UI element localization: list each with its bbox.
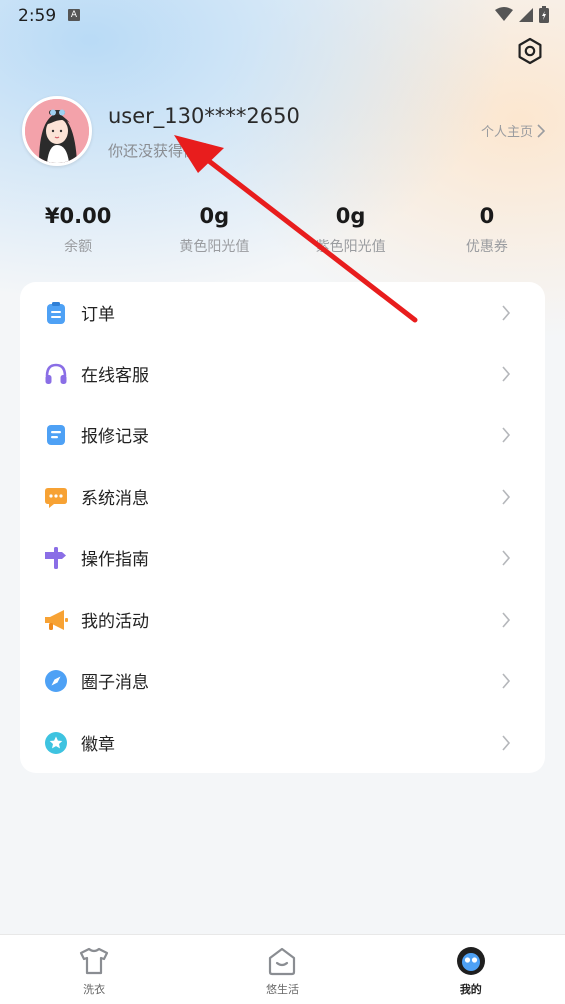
nav-label: 悠生活 — [265, 983, 299, 996]
menu-label: 我的活动 — [81, 612, 149, 632]
stat-value: 0g — [335, 204, 366, 228]
menu-label: 报修记录 — [81, 427, 149, 447]
menu-item-repair-records[interactable]: 报修记录 — [20, 404, 545, 465]
stat-label: 余额 — [64, 239, 93, 255]
menu-label: 系统消息 — [81, 489, 149, 509]
home-icon — [269, 947, 296, 976]
status-icons — [495, 6, 549, 23]
headset-icon — [45, 363, 67, 384]
stat-value: 0 — [479, 204, 495, 228]
wifi-icon — [495, 7, 513, 21]
menu-item-online-support[interactable]: 在线客服 — [20, 343, 545, 404]
chevron-right-icon — [502, 734, 511, 751]
bottom-nav: 洗衣 悠生活 我的 — [0, 934, 565, 1004]
status-bar: 2:59 A — [0, 0, 565, 32]
chevron-right-icon — [502, 611, 511, 628]
nav-label: 我的 — [459, 983, 482, 996]
menu-label: 在线客服 — [81, 366, 149, 386]
menu-item-operation-guide[interactable]: 操作指南 — [20, 527, 545, 588]
clipboard-icon — [47, 301, 65, 324]
chevron-right-icon — [502, 549, 511, 566]
personal-homepage-link[interactable]: 个人主页 — [481, 121, 545, 140]
settings-gear-icon[interactable] — [516, 37, 544, 65]
stat-value: 0g — [199, 204, 230, 228]
compass-icon — [45, 669, 67, 692]
stat-value: ¥0.00 — [44, 204, 112, 228]
menu-item-system-messages[interactable]: 系统消息 — [20, 466, 545, 527]
battery-icon — [539, 6, 549, 23]
repair-record-icon — [47, 424, 65, 445]
signpost-icon — [45, 546, 66, 569]
menu-item-circle-messages[interactable]: 圈子消息 — [20, 650, 545, 711]
stat-balance[interactable]: ¥0.00 余额 — [10, 204, 146, 260]
shirt-icon — [80, 947, 109, 975]
avatar[interactable] — [22, 96, 92, 166]
chevron-right-icon — [502, 426, 511, 443]
nav-tab-life[interactable]: 悠生活 — [188, 935, 376, 1004]
chevron-right-icon — [502, 672, 511, 689]
chevron-right-icon — [502, 365, 511, 382]
personal-homepage-label: 个人主页 — [480, 125, 533, 140]
stat-yellow-sunshine[interactable]: 0g 黄色阳光值 — [146, 204, 282, 260]
menu-card: 订单 在线客服 报修记录 系统消息 操作指南 我的活动 圈子消息 徽章 — [20, 282, 545, 773]
menu-label: 圈子消息 — [81, 673, 149, 693]
chat-bubble-icon — [45, 487, 67, 508]
signal-icon — [519, 7, 533, 22]
profile-face-icon — [456, 947, 485, 975]
status-time: 2:59 — [18, 6, 57, 26]
stat-label: 紫色阳光值 — [315, 239, 386, 255]
stats-row: ¥0.00 余额 0g 黄色阳光值 0g 紫色阳光值 0 优惠券 — [10, 204, 555, 260]
menu-label: 操作指南 — [81, 550, 149, 570]
stat-label: 黄色阳光值 — [179, 239, 250, 255]
star-badge-icon — [45, 731, 67, 754]
nav-tab-laundry[interactable]: 洗衣 — [0, 935, 188, 1004]
nav-tab-me[interactable]: 我的 — [377, 935, 565, 1004]
notification-icon: A — [68, 9, 80, 21]
menu-item-orders[interactable]: 订单 — [20, 282, 545, 343]
stat-coupons[interactable]: 0 优惠券 — [419, 204, 555, 260]
menu-label: 徽章 — [81, 735, 115, 755]
stat-purple-sunshine[interactable]: 0g 紫色阳光值 — [283, 204, 419, 260]
username[interactable]: user_130****2650 — [108, 104, 300, 128]
stat-label: 优惠券 — [465, 239, 508, 255]
nav-label: 洗衣 — [83, 983, 106, 996]
chevron-right-icon — [502, 304, 511, 321]
menu-label: 订单 — [81, 305, 115, 325]
menu-item-badges[interactable]: 徽章 — [20, 712, 545, 773]
chevron-right-icon — [502, 488, 511, 505]
menu-item-my-activities[interactable]: 我的活动 — [20, 589, 545, 650]
badge-hint-text: 你还没获得徽章 — [108, 142, 214, 160]
chevron-right-icon — [537, 123, 545, 138]
avatar-illustration — [25, 99, 89, 163]
megaphone-icon — [45, 609, 68, 630]
